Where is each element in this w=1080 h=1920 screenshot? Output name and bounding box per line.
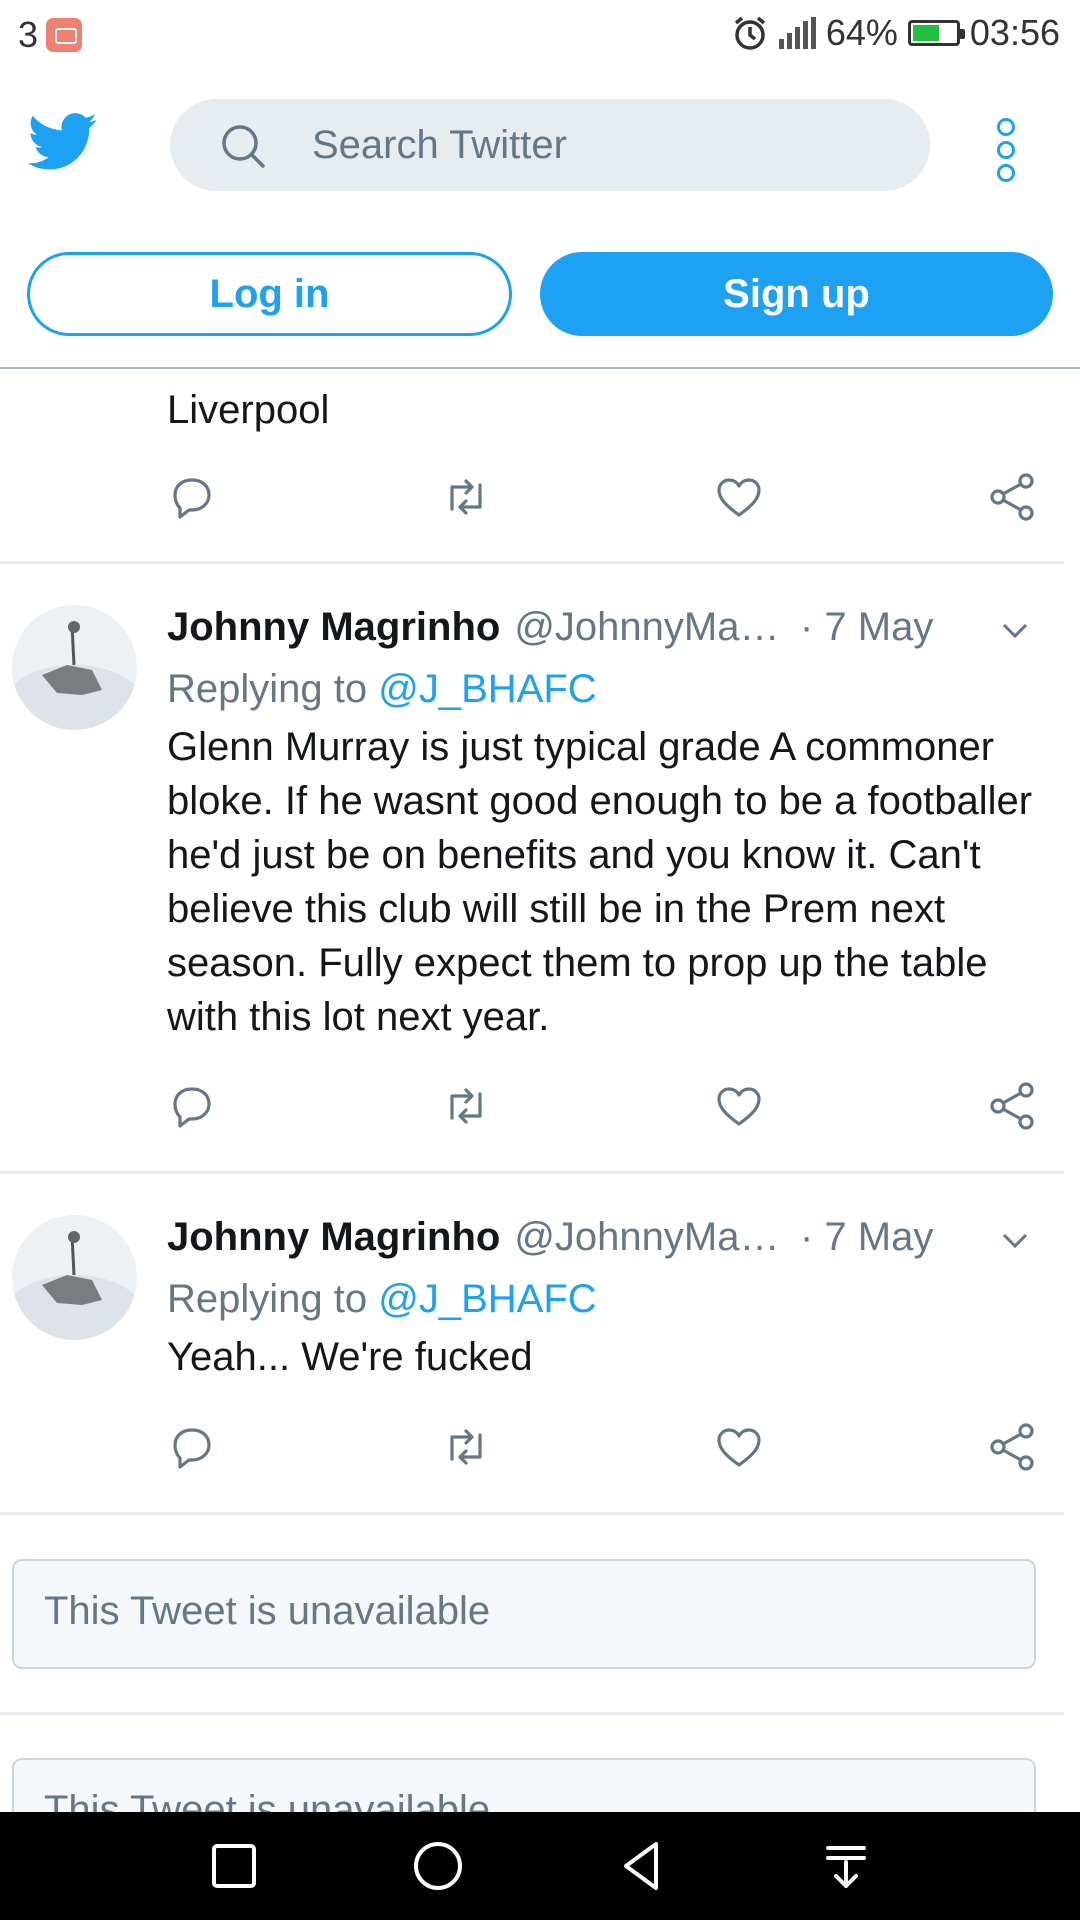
status-bar: 3 64% 03:56 (0, 0, 1080, 72)
author-name[interactable]: Johnny Magrinho (167, 605, 500, 650)
retweet-icon[interactable] (438, 1078, 494, 1134)
signup-button[interactable]: Sign up (540, 252, 1053, 336)
replying-prefix: Replying to (167, 667, 368, 711)
tweet[interactable]: Johnny Magrinho @JohnnyMa… · 7 May Reply… (0, 563, 1064, 1174)
header: Search Twitter (0, 72, 1080, 217)
reply-icon[interactable] (165, 1078, 221, 1134)
unavailable-text: This Tweet is unavailable (44, 1589, 491, 1633)
tweet-text: Yeah... We're fucked (167, 1335, 533, 1379)
tweet-partial[interactable]: Liverpool (0, 369, 1064, 564)
tweet-text: Liverpool (167, 388, 330, 432)
battery-icon (907, 20, 965, 46)
retweet-icon[interactable] (438, 469, 494, 525)
reply-icon[interactable] (165, 1419, 221, 1475)
tweet-actions (0, 1078, 1064, 1134)
author-name[interactable]: Johnny Magrinho (167, 1215, 500, 1260)
tweet-feed: Liverpool Johnny Magrinho @JohnnyMa… · 7… (0, 369, 1080, 1812)
login-button[interactable]: Log in (27, 252, 512, 336)
author-handle[interactable]: @JohnnyMa… (514, 605, 779, 650)
tweet-text: Glenn Murray is just typical grade A com… (167, 725, 1033, 1039)
chevron-down-icon[interactable] (1000, 615, 1030, 645)
mention-link[interactable]: @J_BHAFC (378, 1277, 596, 1321)
unavailable-text: This Tweet is unavailable (44, 1788, 491, 1812)
tweet[interactable]: Johnny Magrinho @JohnnyMa… · 7 May Reply… (0, 1173, 1064, 1515)
chevron-down-icon[interactable] (1000, 1225, 1030, 1255)
signal-icon (778, 17, 816, 49)
retweet-icon[interactable] (438, 1419, 494, 1475)
status-right: 64% 03:56 (731, 12, 1060, 54)
replying-to: Replying to @J_BHAFC (167, 667, 597, 712)
alarm-icon (734, 16, 765, 50)
unavailable-tweet-row: This Tweet is unavailable (0, 1514, 1064, 1715)
tweet-actions (0, 469, 1064, 525)
mention-link[interactable]: @J_BHAFC (378, 667, 596, 711)
tweet-date[interactable]: · 7 May (800, 1215, 933, 1260)
like-icon[interactable] (711, 1078, 767, 1134)
status-time: 03:56 (969, 12, 1060, 53)
more-options-icon[interactable] (996, 118, 1016, 182)
share-icon[interactable] (984, 1078, 1040, 1134)
share-icon[interactable] (984, 469, 1040, 525)
home-icon[interactable] (408, 1836, 468, 1896)
notification-icon (46, 18, 83, 52)
reply-icon[interactable] (165, 469, 221, 525)
search-input[interactable]: Search Twitter (312, 123, 567, 168)
share-icon[interactable] (984, 1419, 1040, 1475)
tweet-header: Johnny Magrinho @JohnnyMa… (167, 1215, 779, 1260)
search-bar[interactable]: Search Twitter (170, 99, 930, 191)
battery-percent: 64% (825, 12, 898, 53)
notification-count: 3 (18, 14, 39, 55)
replying-prefix: Replying to (167, 1277, 368, 1321)
like-icon[interactable] (711, 469, 767, 525)
avatar[interactable] (12, 605, 137, 730)
recent-apps-icon[interactable] (204, 1836, 264, 1896)
unavailable-tweet: This Tweet is unavailable (12, 1559, 1036, 1669)
unavailable-tweet: This Tweet is unavailable (12, 1758, 1036, 1812)
back-icon[interactable] (612, 1836, 672, 1896)
auth-bar: Log in Sign up (0, 217, 1080, 369)
notification-drawer-icon[interactable] (816, 1836, 876, 1896)
navigation-bar (0, 1812, 1080, 1920)
author-handle[interactable]: @JohnnyMa… (514, 1215, 779, 1260)
avatar[interactable] (12, 1215, 137, 1340)
tweet-date[interactable]: · 7 May (800, 605, 933, 650)
replying-to: Replying to @J_BHAFC (167, 1277, 597, 1322)
tweet-header: Johnny Magrinho @JohnnyMa… (167, 605, 779, 650)
unavailable-tweet-row: This Tweet is unavailable (0, 1714, 1064, 1812)
search-icon (222, 125, 265, 168)
status-left: 3 (18, 14, 83, 56)
like-icon[interactable] (711, 1419, 767, 1475)
twitter-logo-icon[interactable] (28, 112, 98, 172)
tweet-actions (0, 1419, 1064, 1475)
